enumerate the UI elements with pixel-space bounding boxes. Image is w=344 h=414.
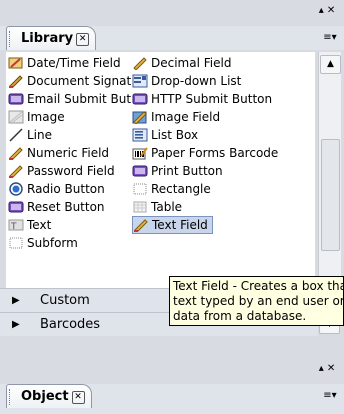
list-item[interactable]: Date/Time Field xyxy=(8,54,121,72)
item-label: Paper Forms Barcode xyxy=(151,146,279,160)
document-signature-icon xyxy=(9,75,23,88)
image-field-icon xyxy=(132,111,147,124)
list-item[interactable]: Reset Button xyxy=(8,198,105,216)
list-item[interactable]: Subform xyxy=(8,234,78,252)
library-object-list: Date/Time Field Decimal Field Document S… xyxy=(6,52,315,288)
grip-icon[interactable] xyxy=(9,389,13,405)
list-item[interactable]: Table xyxy=(132,198,182,216)
close-icon[interactable]: ✕ xyxy=(327,5,335,16)
list-item[interactable]: Drop-down List xyxy=(132,72,241,90)
list-item[interactable]: Password Field xyxy=(8,162,115,180)
item-label: Email Submit But xyxy=(27,92,132,106)
group-label: Barcodes xyxy=(40,317,101,332)
text-icon: T xyxy=(8,219,24,232)
item-label: Password Field xyxy=(27,164,115,178)
tooltip-line: Text Field - Creates a box tha xyxy=(173,279,344,293)
rectangle-icon xyxy=(133,183,147,195)
numeric-field-icon xyxy=(9,147,23,160)
subform-icon xyxy=(9,237,23,249)
decimal-field-icon xyxy=(133,57,147,70)
list-item[interactable]: Decimal Field xyxy=(132,54,231,72)
minimize-icon[interactable]: ▴ xyxy=(319,5,324,16)
tab-library[interactable]: Library ✕ xyxy=(6,26,97,50)
expand-arrow-icon: ▶ xyxy=(12,295,20,306)
item-label: Numeric Field xyxy=(27,146,110,160)
list-box-icon xyxy=(132,128,148,142)
print-button-icon xyxy=(132,165,148,177)
list-item-selected[interactable]: Text Field xyxy=(132,216,213,234)
tooltip-line: data from a database. xyxy=(173,309,307,323)
panel-menu-icon[interactable]: ≡▾ xyxy=(320,32,340,44)
item-label: Line xyxy=(27,128,53,142)
radio-button-icon xyxy=(9,182,23,196)
library-tabbar: Library ✕ ≡▾ xyxy=(0,26,344,50)
paper-forms-barcode-icon xyxy=(132,147,148,160)
line-icon xyxy=(9,128,23,142)
close-icon[interactable]: ✕ xyxy=(327,363,335,374)
reset-button-icon xyxy=(8,201,24,213)
expand-arrow-icon: ▶ xyxy=(12,319,20,330)
item-label: Subform xyxy=(27,236,78,250)
item-label: List Box xyxy=(151,128,199,142)
panel-controls: ▴ ✕ xyxy=(313,5,341,17)
list-item[interactable]: List Box xyxy=(132,126,198,144)
item-label: Document Signat xyxy=(27,74,132,88)
list-item[interactable]: HTTP Submit Button xyxy=(132,90,272,108)
list-item[interactable]: Numeric Field xyxy=(8,144,109,162)
tab-object-label: Object xyxy=(21,389,69,404)
list-item[interactable]: Document Signat xyxy=(8,72,131,90)
scroll-thumb[interactable] xyxy=(321,139,340,251)
minimize-icon[interactable]: ▴ xyxy=(319,363,324,374)
tab-object[interactable]: Object ✕ xyxy=(6,384,92,408)
library-scrollbar[interactable]: ▲ xyxy=(318,52,341,288)
image-icon xyxy=(8,110,24,124)
list-item[interactable]: Print Button xyxy=(132,162,223,180)
item-label: Drop-down List xyxy=(151,74,242,88)
item-label: Radio Button xyxy=(27,182,105,196)
list-item[interactable]: Line xyxy=(8,126,52,144)
item-label: Rectangle xyxy=(151,182,211,196)
tab-library-label: Library xyxy=(21,31,74,46)
item-label: Image xyxy=(27,110,65,124)
date-time-field-icon xyxy=(8,57,23,69)
item-label: Table xyxy=(151,200,183,214)
item-label: Reset Button xyxy=(27,200,105,214)
list-item[interactable]: Rectangle xyxy=(132,180,211,198)
panel-menu-icon[interactable]: ≡▾ xyxy=(320,390,340,402)
svg-text:T: T xyxy=(10,222,17,232)
text-field-icon xyxy=(134,219,148,232)
item-label: Text Field xyxy=(152,218,208,232)
list-item[interactable]: Email Submit But xyxy=(8,90,131,108)
item-label: Print Button xyxy=(151,164,223,178)
close-icon[interactable]: ✕ xyxy=(71,391,85,404)
scroll-up-icon[interactable]: ▲ xyxy=(320,55,341,74)
object-tabbar: Object ✕ ≡▾ xyxy=(0,384,344,414)
list-item[interactable]: Radio Button xyxy=(8,180,105,198)
tooltip: Text Field - Creates a box tha text type… xyxy=(169,276,344,326)
list-item[interactable]: Paper Forms Barcode xyxy=(132,144,278,162)
http-submit-button-icon xyxy=(132,93,148,105)
item-label: Decimal Field xyxy=(151,56,232,70)
item-label: HTTP Submit Button xyxy=(151,92,273,106)
close-icon[interactable]: ✕ xyxy=(76,33,90,46)
tooltip-line: text typed by an end user or xyxy=(173,294,344,308)
object-panel: ▴ ✕ Object ✕ ≡▾ xyxy=(0,336,344,414)
table-icon xyxy=(133,201,147,213)
list-item[interactable]: Image xyxy=(8,108,65,126)
item-label: Text xyxy=(27,218,52,232)
group-label: Custom xyxy=(40,293,90,308)
item-label: Image Field xyxy=(151,110,221,124)
item-label: Date/Time Field xyxy=(27,56,121,70)
grip-icon[interactable] xyxy=(9,31,13,47)
drop-down-list-icon xyxy=(132,74,148,88)
password-field-icon xyxy=(9,165,23,178)
list-item[interactable]: Image Field xyxy=(132,108,220,126)
panel-controls: ▴ ✕ xyxy=(313,363,341,375)
list-item[interactable]: T Text xyxy=(8,216,51,234)
email-submit-button-icon xyxy=(8,93,24,105)
